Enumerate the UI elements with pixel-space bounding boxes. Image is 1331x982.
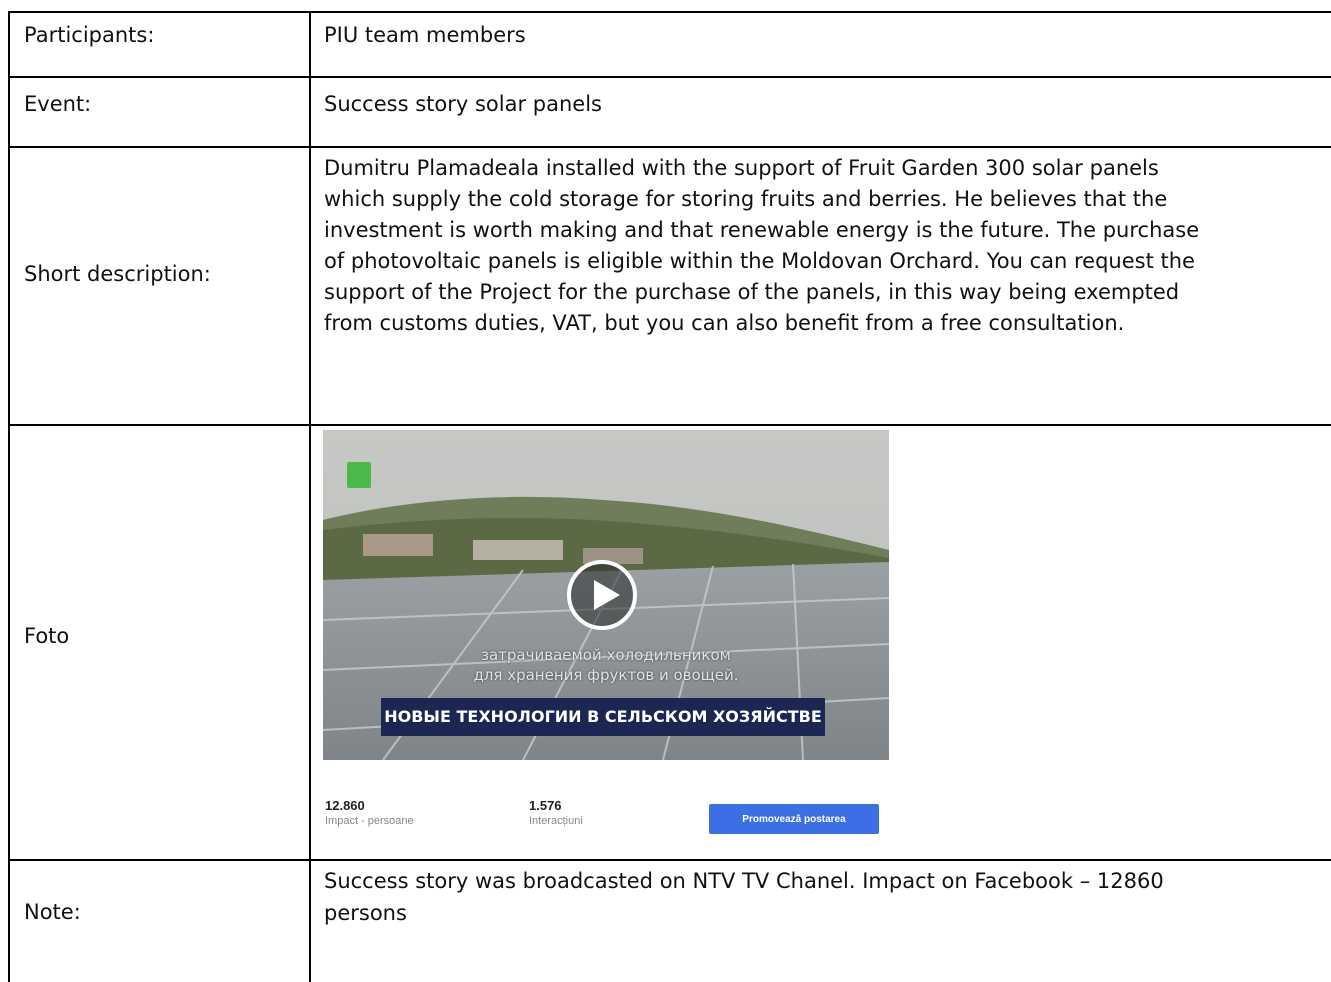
participants-label: Participants: [24, 23, 155, 47]
note-value: Success story was broadcasted on NTV TV … [324, 865, 1324, 929]
description-line: from customs duties, VAT, but you can al… [324, 311, 1125, 335]
interactions-stat: 1.576 Interacțiuni [529, 798, 583, 827]
interactions-value: 1.576 [529, 798, 562, 813]
event-label: Event: [24, 92, 92, 116]
channel-logo-icon [347, 462, 371, 488]
video-subtitle-line: для хранения фруктов и овощей. [473, 666, 739, 684]
description-line: investment is worth making and that rene… [324, 218, 1200, 242]
description-line: which supply the cold storage for storin… [324, 187, 1168, 211]
video-post-preview: затрачиваемой холодильником для хранения… [323, 430, 889, 842]
video-thumbnail[interactable]: затрачиваемой холодильником для хранения… [323, 430, 889, 760]
event-value: Success story solar panels [324, 92, 602, 116]
interactions-caption: Interacțiuni [529, 815, 583, 827]
reach-caption: Impact - persoane [325, 815, 414, 827]
reach-value: 12.860 [325, 798, 365, 813]
short-description-label: Short description: [24, 262, 211, 286]
note-line: persons [324, 901, 407, 925]
short-description-value: Dumitru Plamadeala installed with the su… [324, 153, 1324, 339]
foto-label: Foto [24, 624, 70, 648]
note-label: Note: [24, 900, 81, 924]
description-line: of photovoltaic panels is eligible withi… [324, 249, 1195, 273]
description-line: support of the Project for the purchase … [324, 280, 1180, 304]
post-stats: 12.860 Impact - persoane 1.576 Interacți… [323, 786, 889, 842]
video-subtitle-line: затрачиваемой холодильником [481, 646, 731, 664]
news-banner: НОВЫЕ ТЕХНОЛОГИИ В СЕЛЬСКОМ ХОЗЯЙСТВЕ [381, 698, 825, 736]
reach-stat: 12.860 Impact - persoane [325, 798, 414, 827]
description-line: Dumitru Plamadeala installed with the su… [324, 156, 1159, 180]
participants-value: PIU team members [324, 23, 526, 47]
play-icon[interactable] [565, 558, 639, 632]
note-line: Success story was broadcasted on NTV TV … [324, 869, 1164, 893]
promote-post-button[interactable]: Promovează postarea [709, 804, 879, 834]
